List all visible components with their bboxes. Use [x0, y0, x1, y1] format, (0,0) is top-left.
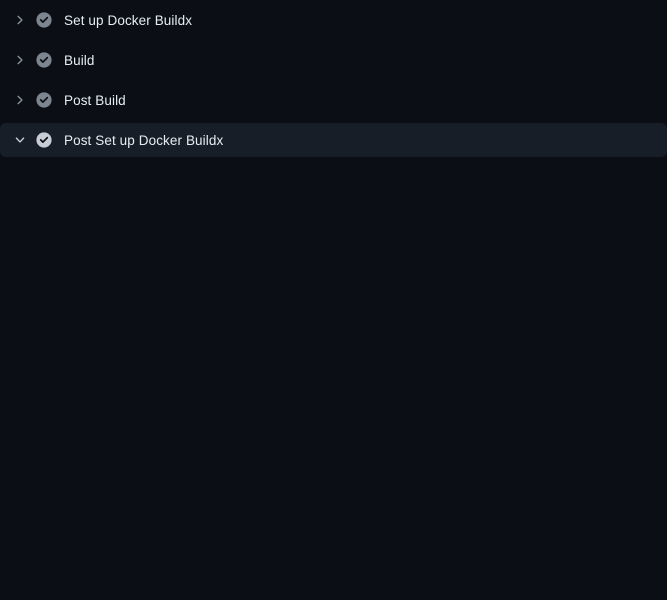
check-circle-icon — [36, 132, 52, 148]
step-header-post-set-up-docker-buildx[interactable]: Post Set up Docker Buildx — [0, 123, 667, 157]
log-line: linux/riscv64 linux/ppc64le linux/s390x … — [0, 290, 667, 310]
log-line: 10time="2021-04-23T18:02:37Z" level=info… — [0, 370, 667, 390]
actions-log-viewer: Set up Docker Buildx Build P — [0, 0, 667, 600]
log-line: 4time="2021-04-23T18:02:37Z" level=info … — [0, 230, 667, 250]
log-line: 6time="2021-04-23T18:02:37Z" level=info … — [0, 270, 667, 290]
log-line: 20time="2021-04-23T18:02:38Z" level=debu… — [0, 590, 667, 600]
chevron-down-icon — [12, 132, 28, 148]
step-label: Post Set up Docker Buildx — [64, 133, 223, 148]
log-line: 18time="2021-04-23T18:02:38Z" level=debu… — [0, 530, 667, 550]
log-line: 15time="2021-04-23T18:02:38Z" level=debu… — [0, 470, 667, 490]
log-line: 14time="2021-04-23T18:02:38Z" level=debu… — [0, 450, 667, 470]
step-label: Post Build — [64, 93, 126, 108]
log-line: 9time="2021-04-23T18:02:37Z" level=warni… — [0, 350, 667, 370]
log-line: 5time="2021-04-23T18:02:37Z" level=warni… — [0, 250, 667, 270]
log-line: 17time="2021-04-23T18:02:38Z" level=debu… — [0, 510, 667, 530]
chevron-right-icon — [12, 12, 28, 28]
log-line: 12time="2021-04-23T18:02:38Z" level=debu… — [0, 410, 667, 430]
log-line: 7time="2021-04-23T18:02:37Z" level=warni… — [0, 310, 667, 330]
check-circle-icon — [36, 52, 52, 68]
log-group-toggle[interactable]: 2▼BuildKit container logs — [0, 190, 667, 210]
chevron-right-icon — [12, 92, 28, 108]
step-header-build[interactable]: Build — [0, 40, 667, 80]
check-circle-icon — [36, 12, 52, 28]
log-line: 3/usr/bin/docker logs buildx_buildkit_bu… — [0, 210, 667, 230]
log-line: 8time="2021-04-23T18:02:37Z" level=info … — [0, 330, 667, 350]
log-line: 11time="2021-04-23T18:02:38Z" level=debu… — [0, 390, 667, 410]
log-line: application/vnd.oci.image.index.v1+json,… — [0, 570, 667, 590]
step-label: Build — [64, 53, 95, 68]
step-header-set-up-docker-buildx[interactable]: Set up Docker Buildx — [0, 0, 667, 40]
log-line: 16time="2021-04-23T18:02:38Z" level=debu… — [0, 490, 667, 510]
log-line: 13time="2021-04-23T18:02:38Z" level=debu… — [0, 430, 667, 450]
log-line: 1Post job cleanup. — [0, 170, 667, 190]
log-line: 19time="2021-04-23T18:02:38Z" level=debu… — [0, 550, 667, 570]
step-label: Set up Docker Buildx — [64, 13, 192, 28]
step-header-post-build[interactable]: Post Build — [0, 80, 667, 120]
steps-list: Set up Docker Buildx Build P — [0, 0, 667, 157]
log-area: 1Post job cleanup. 2▼BuildKit container … — [0, 160, 667, 600]
chevron-right-icon — [12, 52, 28, 68]
check-circle-icon — [36, 92, 52, 108]
